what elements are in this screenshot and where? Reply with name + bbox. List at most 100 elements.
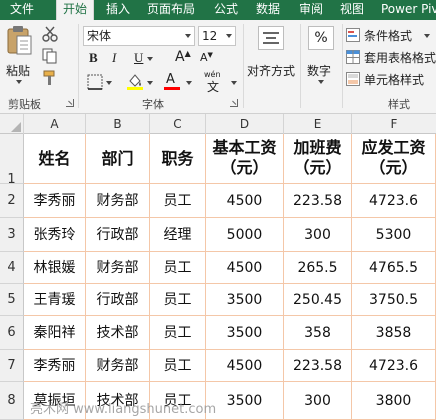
row-header-2[interactable]: 2 [0,184,24,218]
cell-d4[interactable]: 4500 [206,252,284,284]
phonetic-guide-button[interactable]: wén 文 [204,70,226,94]
cell-b7[interactable]: 财务部 [86,350,150,382]
cell-c7[interactable]: 员工 [150,350,206,382]
chevron-down-icon[interactable] [147,81,153,85]
cell-e7[interactable]: 223.58 [284,350,352,382]
cell-f8[interactable]: 3800 [352,382,436,420]
chevron-down-icon[interactable] [106,81,112,85]
row-header-6[interactable]: 6 [0,316,24,350]
tab-page-layout[interactable]: 页面布局 [147,0,195,20]
cell-f7[interactable]: 4723.6 [352,350,436,382]
cell-a6[interactable]: 秦阳祥 [24,316,86,350]
number-format-button[interactable]: % 数字 [303,24,339,92]
cell-d3[interactable]: 5000 [206,218,284,252]
header-cell-b[interactable]: 部门 [86,134,150,184]
row-header-7[interactable]: 7 [0,350,24,382]
cell-f3[interactable]: 5300 [352,218,436,252]
select-all-button[interactable] [0,114,24,134]
format-painter-icon[interactable] [42,70,58,86]
row-header-4[interactable]: 4 [0,252,24,284]
cell-c6[interactable]: 员工 [150,316,206,350]
tab-power-pivot[interactable]: Power Piv [381,0,436,20]
cell-c2[interactable]: 员工 [150,184,206,218]
row-header-5[interactable]: 5 [0,284,24,316]
tab-review[interactable]: 审阅 [299,0,323,20]
column-header-f[interactable]: F [352,114,436,134]
font-size-combo[interactable]: 12 [198,26,236,46]
tab-view[interactable]: 视图 [340,0,364,20]
tab-file[interactable]: 文件 [10,0,34,20]
header-unit: （元） [369,158,418,177]
chevron-down-icon[interactable] [186,81,192,85]
cell-a2[interactable]: 李秀丽 [24,184,86,218]
cell-e6[interactable]: 358 [284,316,352,350]
tab-home[interactable]: 开始 [56,0,95,21]
increase-font-button[interactable]: A▲ [175,49,191,65]
cell-a4[interactable]: 林银媛 [24,252,86,284]
chevron-down-icon[interactable] [147,57,153,61]
cell-f5[interactable]: 3750.5 [352,284,436,316]
font-name-combo[interactable]: 宋体 [83,26,195,46]
format-as-table-button[interactable]: 套用表格格式 [346,48,436,66]
column-header-b[interactable]: B [86,114,150,134]
cell-b6[interactable]: 技术部 [86,316,150,350]
header-cell-e[interactable]: 加班费 （元） [284,134,352,184]
tab-insert[interactable]: 插入 [106,0,130,20]
tab-data[interactable]: 数据 [256,0,280,20]
column-header-c[interactable]: C [150,114,206,134]
cell-d8[interactable]: 3500 [206,382,284,420]
chevron-down-icon[interactable] [181,27,194,45]
cell-e2[interactable]: 223.58 [284,184,352,218]
cell-e3[interactable]: 300 [284,218,352,252]
conditional-formatting-button[interactable]: 条件格式 [346,26,436,44]
cell-a5[interactable]: 王青瑗 [24,284,86,316]
cell-f2[interactable]: 4723.6 [352,184,436,218]
cell-d6[interactable]: 3500 [206,316,284,350]
cell-d5[interactable]: 3500 [206,284,284,316]
cell-a3[interactable]: 张秀玲 [24,218,86,252]
header-cell-d[interactable]: 基本工资 （元） [206,134,284,184]
cut-icon[interactable] [42,26,58,42]
cell-f6[interactable]: 3858 [352,316,436,350]
cell-a7[interactable]: 李秀丽 [24,350,86,382]
cell-styles-button[interactable]: 单元格样式 [346,70,436,88]
decrease-font-button[interactable]: A▼ [200,51,213,64]
cell-e5[interactable]: 250.45 [284,284,352,316]
borders-icon[interactable] [87,74,103,90]
row-header-8[interactable]: 8 [0,382,24,420]
styles-group-label: 样式 [388,98,410,111]
font-launcher-icon[interactable] [230,99,238,107]
cell-c4[interactable]: 员工 [150,252,206,284]
bold-button[interactable]: B [89,50,98,66]
header-cell-a[interactable]: 姓名 [24,134,86,184]
cell-b2[interactable]: 财务部 [86,184,150,218]
cell-f4[interactable]: 4765.5 [352,252,436,284]
cell-e8[interactable]: 300 [284,382,352,420]
column-header-a[interactable]: A [24,114,86,134]
cell-c3[interactable]: 经理 [150,218,206,252]
fill-color-icon[interactable] [126,72,144,90]
clipboard-launcher-icon[interactable] [66,99,74,107]
tab-formulas[interactable]: 公式 [214,0,238,20]
cell-d2[interactable]: 4500 [206,184,284,218]
cell-c5[interactable]: 员工 [150,284,206,316]
paste-button[interactable]: 粘贴 [4,26,36,86]
row-header-1[interactable]: 1 [0,134,24,187]
underline-button[interactable]: U [134,50,143,66]
column-header-d[interactable]: D [206,114,284,134]
chevron-down-icon[interactable] [222,27,235,45]
row-header-3[interactable]: 3 [0,218,24,252]
italic-button[interactable]: I [112,50,116,66]
header-cell-c[interactable]: 职务 [150,134,206,184]
alignment-button[interactable]: 对齐方式 [247,24,295,92]
chevron-down-icon[interactable] [231,81,237,85]
cell-b3[interactable]: 行政部 [86,218,150,252]
cell-e4[interactable]: 265.5 [284,252,352,284]
header-cell-f[interactable]: 应发工资 （元） [352,134,436,184]
font-color-button[interactable]: A [164,72,180,92]
cell-b5[interactable]: 行政部 [86,284,150,316]
cell-d7[interactable]: 4500 [206,350,284,382]
cell-b4[interactable]: 财务部 [86,252,150,284]
column-header-e[interactable]: E [284,114,352,134]
copy-icon[interactable] [42,48,58,64]
